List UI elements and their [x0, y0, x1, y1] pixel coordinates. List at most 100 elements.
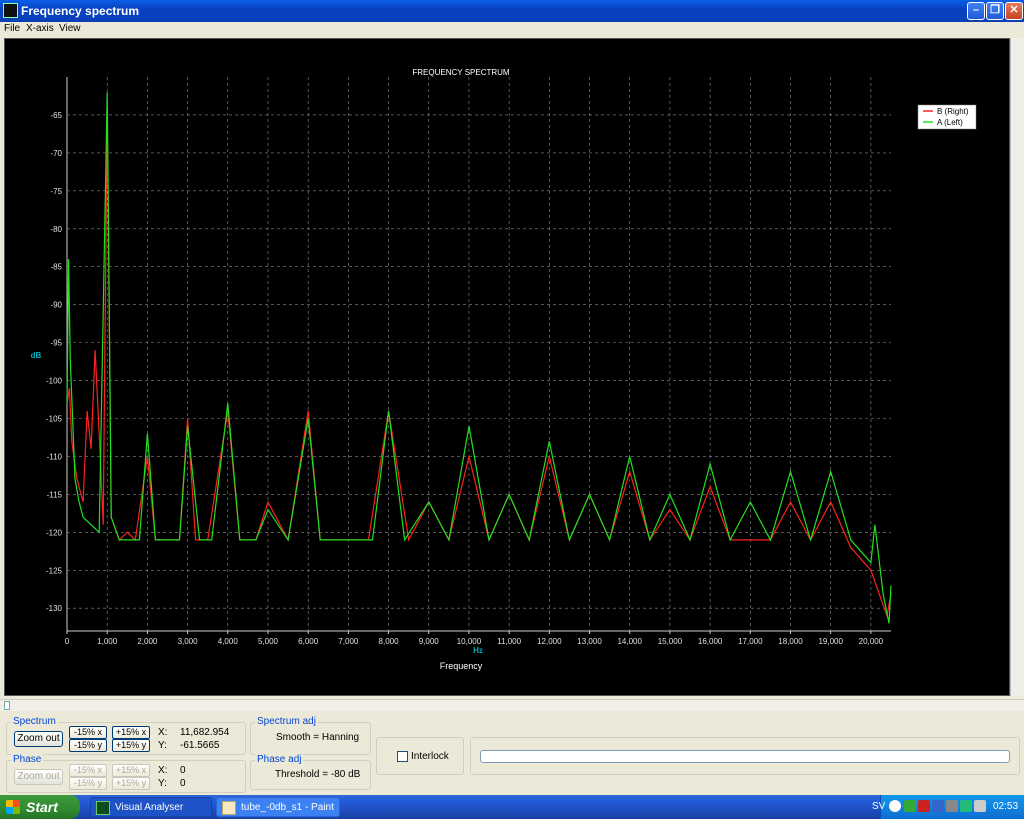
title-bar: Frequency spectrum – ❐ ✕	[0, 0, 1024, 22]
horizontal-scrollbar[interactable]	[0, 699, 1024, 711]
system-tray: SV 02:53	[872, 795, 1024, 819]
y-tick-label: -110	[47, 452, 63, 461]
spectrum-zoom-out-button[interactable]: Zoom out	[14, 731, 63, 747]
task-label-visual-analyser: Visual Analyser	[115, 802, 184, 813]
y-tick-label: -125	[46, 566, 63, 575]
x-tick-label: 0	[65, 637, 70, 646]
spectrum-x-value: 11,682.954	[180, 727, 230, 738]
phase-zoom-out-button[interactable]: Zoom out	[14, 769, 63, 785]
series-line-right	[66, 107, 892, 619]
legend-label-right: B (Right)	[937, 107, 969, 116]
y-tick-label: -80	[50, 225, 62, 234]
y-tick-label: -120	[46, 528, 63, 537]
x-tick-label: 10,000	[457, 637, 482, 646]
visual-analyser-icon	[96, 801, 110, 815]
tray-shield-icon[interactable]	[960, 800, 972, 812]
x-tick-label: 18,000	[778, 637, 803, 646]
spectrum-y-label: Y:	[158, 740, 167, 751]
y-tick-label: -130	[46, 604, 63, 613]
menu-file[interactable]: File	[4, 23, 20, 34]
x-tick-label: 16,000	[698, 637, 723, 646]
spectrum-adj-legend: Spectrum adj	[255, 716, 318, 727]
y-axis-label: dB	[31, 351, 42, 360]
phase-y-label: Y:	[158, 778, 167, 789]
y-tick-label: -75	[50, 187, 62, 196]
y-tick-label: -105	[46, 415, 63, 424]
spectrum-minus-x-button[interactable]: -15% x	[69, 726, 107, 739]
spectrum-chart: 0 1,000 2,000 3,000 4,000 5,000 6,000 7,000 8,00…	[31, 68, 977, 671]
interlock-checkbox[interactable]	[397, 751, 408, 762]
x-tick-label: 12,000	[537, 637, 562, 646]
x-tick-label: 3,000	[178, 637, 199, 646]
menu-view[interactable]: View	[59, 23, 81, 34]
x-tick-label: 6,000	[298, 637, 319, 646]
phase-x-label: X:	[158, 765, 168, 776]
tray-speaker-icon[interactable]	[946, 800, 958, 812]
spectrum-plus-x-button[interactable]: +15% x	[112, 726, 150, 739]
y-tick-label: -115	[47, 490, 63, 499]
vertical-scrollbar[interactable]	[1010, 38, 1024, 696]
phase-group-legend: Phase	[11, 754, 44, 765]
spectrum-y-value: -61.5665	[180, 740, 220, 751]
x-tick-label: 20,000	[859, 637, 884, 646]
phase-y-value: 0	[180, 778, 186, 789]
x-axis-unit: Hz	[473, 646, 483, 655]
phase-plus-y-button[interactable]: +15% y	[112, 777, 150, 790]
x-axis-label: Frequency	[440, 661, 483, 671]
tray-monitor-icon[interactable]	[932, 800, 944, 812]
start-button[interactable]: Start	[0, 795, 80, 819]
x-tick-label: 11,000	[497, 637, 521, 646]
task-label-paint: tube_-0db_s1 - Paint	[241, 802, 334, 813]
paint-icon	[222, 801, 236, 815]
interlock-label[interactable]: Interlock	[411, 751, 449, 762]
phase-minus-x-button[interactable]: -15% x	[69, 764, 107, 777]
clock: 02:53	[993, 801, 1019, 812]
phase-adj-legend: Phase adj	[255, 754, 304, 765]
phase-adj-value[interactable]: Threshold = -80 dB	[275, 769, 360, 780]
x-tick-label: 14,000	[617, 637, 642, 646]
y-tick-label: -90	[50, 301, 62, 310]
tray-media-icon[interactable]	[918, 800, 930, 812]
tray-chevron-icon[interactable]	[889, 800, 901, 812]
x-tick-label: 2,000	[137, 637, 158, 646]
close-button[interactable]: ✕	[1005, 2, 1023, 20]
windows-logo-icon	[6, 800, 20, 814]
y-tick-label: -85	[50, 263, 62, 272]
language-indicator[interactable]: SV	[872, 801, 885, 812]
menu-bar: File X-axis View	[0, 22, 1024, 36]
x-tick-label: 7,000	[338, 637, 359, 646]
legend-label-left: A (Left)	[937, 118, 963, 127]
progress-bar	[480, 750, 1010, 763]
y-tick-label: -70	[50, 149, 62, 158]
phase-x-value: 0	[180, 765, 186, 776]
start-label: Start	[26, 799, 58, 815]
spectrum-adj-value[interactable]: Smooth = Hanning	[276, 732, 359, 743]
taskbar: Start Visual Analyser tube_-0db_s1 - Pai…	[0, 795, 1024, 819]
spectrum-plus-y-button[interactable]: +15% y	[112, 739, 150, 752]
spectrum-x-label: X:	[158, 727, 168, 738]
menu-x-axis[interactable]: X-axis	[26, 23, 54, 34]
spectrum-minus-y-button[interactable]: -15% y	[69, 739, 107, 752]
phase-plus-x-button[interactable]: +15% x	[112, 764, 150, 777]
scrollbar-thumb[interactable]	[4, 701, 10, 710]
y-tick-label: -65	[50, 111, 62, 120]
y-tick-label: -95	[50, 339, 62, 348]
x-tick-label: 17,000	[738, 637, 763, 646]
minimize-button[interactable]: –	[967, 2, 985, 20]
x-tick-label: 9,000	[419, 637, 440, 646]
app-icon[interactable]	[3, 3, 18, 18]
task-visual-analyser[interactable]: Visual Analyser	[90, 797, 212, 817]
x-tick-label: 4,000	[218, 637, 239, 646]
x-tick-label: 19,000	[818, 637, 843, 646]
restore-button[interactable]: ❐	[986, 2, 1004, 20]
task-paint[interactable]: tube_-0db_s1 - Paint	[216, 797, 340, 817]
x-tick-label: 8,000	[379, 637, 400, 646]
x-tick-label: 15,000	[658, 637, 683, 646]
spectrum-plot[interactable]: 0 1,000 2,000 3,000 4,000 5,000 6,000 7,000 8,00…	[4, 38, 1010, 696]
y-tick-label: -100	[46, 377, 63, 386]
chart-legend: B (Right) A (Left)	[917, 104, 977, 130]
phase-minus-y-button[interactable]: -15% y	[69, 777, 107, 790]
spectrum-group-legend: Spectrum	[11, 716, 58, 727]
tray-usb-icon[interactable]	[974, 800, 986, 812]
tray-network-icon[interactable]	[904, 800, 916, 812]
